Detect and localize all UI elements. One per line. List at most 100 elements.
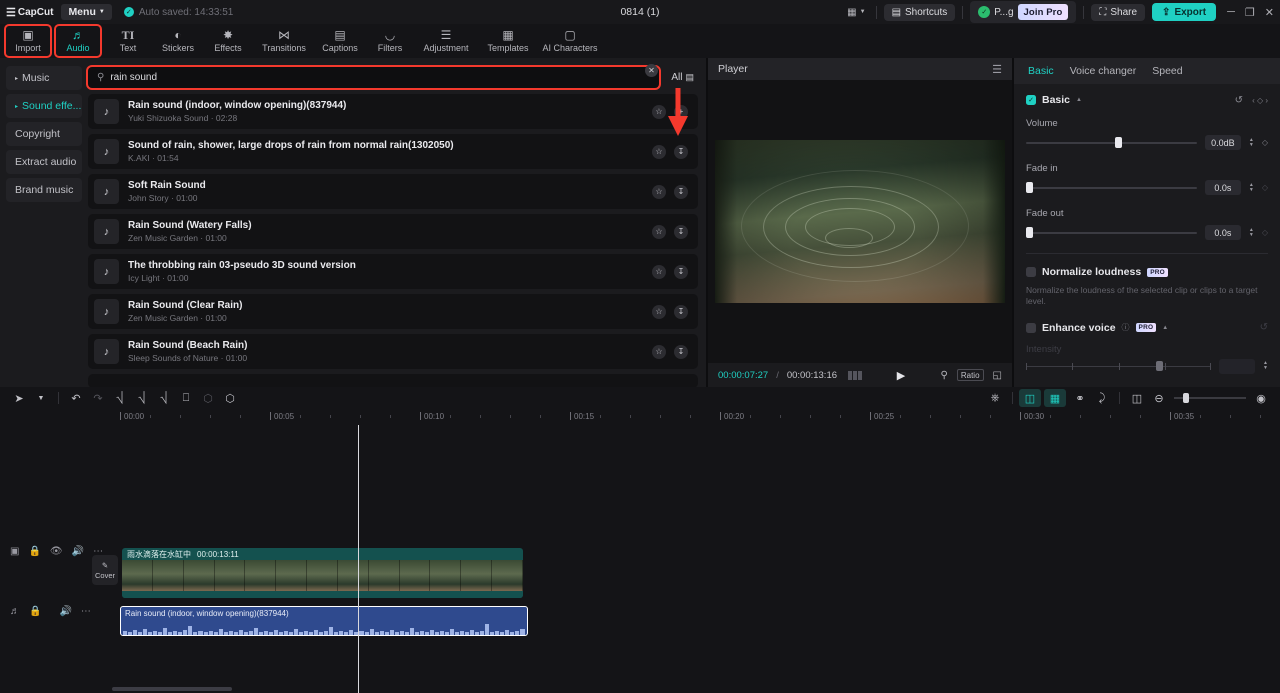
list-item[interactable]: ♪ Rain Sound (Watery Falls) Zen Music Ga… (88, 214, 698, 249)
keyframe-control[interactable]: ‹ ◇ › (1252, 96, 1268, 105)
list-item[interactable]: ♪ The throbbing rain 03-pseudo 3D sound … (88, 254, 698, 289)
timeline-ruler[interactable]: 00:00 00:05 00:10 00:15 00:20 00:25 00:3… (0, 409, 1280, 425)
fade-in-slider[interactable] (1026, 182, 1197, 194)
tab-stickers[interactable]: ◐ Stickers (154, 24, 202, 58)
favorite-icon[interactable]: ☆ (652, 344, 666, 359)
fade-in-keyframe-icon[interactable]: ◇ (1262, 183, 1268, 192)
play-button[interactable]: ▶ (897, 369, 905, 382)
volume-stepper[interactable]: ▲ ▼ (1249, 137, 1254, 148)
undo-icon[interactable]: ↶ (65, 389, 87, 407)
help-icon[interactable]: ⓘ (1122, 322, 1130, 333)
intensity-stepper[interactable]: ▲ ▼ (1263, 361, 1268, 371)
tab-speed[interactable]: Speed (1152, 65, 1182, 77)
frame-step-icon[interactable] (848, 370, 862, 380)
zoom-out-icon[interactable]: ⊖ (1148, 389, 1170, 407)
player-menu-icon[interactable]: ☰ (992, 63, 1002, 76)
mirror-icon[interactable]: ▦ (1044, 389, 1066, 407)
volume-keyframe-icon[interactable]: ◇ (1262, 138, 1268, 147)
trim-left-icon[interactable]: ⎷ (131, 389, 153, 407)
favorite-icon[interactable]: ☆ (652, 264, 666, 279)
join-pro-badge[interactable]: Join Pro (1017, 4, 1069, 20)
delete-icon[interactable]: ⎕ (175, 389, 197, 407)
list-item-partial[interactable] (88, 374, 698, 387)
list-item[interactable]: ♪ Rain sound (indoor, window opening)(83… (88, 94, 698, 129)
sidebar-item-music[interactable]: ▸ Music (6, 66, 82, 90)
tab-audio[interactable]: ♬ Audio (54, 24, 102, 58)
list-item[interactable]: ♪ Rain Sound (Clear Rain) Zen Music Gard… (88, 294, 698, 329)
tab-text[interactable]: TI Text (104, 24, 152, 58)
redo-icon[interactable]: ↷ (87, 389, 109, 407)
ratio-button[interactable]: Ratio (956, 369, 984, 381)
trim-right-icon[interactable]: ⎷ (153, 389, 175, 407)
normalize-checkbox[interactable]: ✓ (1026, 267, 1036, 277)
intensity-value[interactable] (1219, 358, 1256, 374)
tab-templates[interactable]: ▦ Templates (478, 24, 538, 58)
tab-captions[interactable]: ▤ Captions (316, 24, 364, 58)
fade-in-value[interactable]: 0.0s (1204, 180, 1241, 195)
menu-button[interactable]: Menu ▼ (61, 4, 112, 20)
audio-track-icon[interactable]: ♬ (10, 606, 20, 617)
video-track-icon[interactable]: ▣ (10, 546, 19, 557)
clear-search-button[interactable]: ✕ (645, 64, 658, 77)
add-to-timeline-icon[interactable]: + (674, 104, 688, 119)
zoom-fit-icon[interactable]: ⚲ (941, 370, 948, 381)
chevron-up-icon[interactable]: ▲ (1076, 97, 1082, 103)
tab-voice-changer[interactable]: Voice changer (1070, 65, 1137, 77)
download-icon[interactable]: ↧ (674, 264, 688, 279)
sidebar-item-copyright[interactable]: Copyright (6, 122, 82, 146)
chevron-up-icon[interactable]: ▲ (1162, 325, 1168, 331)
favorite-icon[interactable]: ☆ (652, 224, 666, 239)
close-button[interactable]: ✕ (1265, 6, 1274, 19)
split-adjacent-icon[interactable]: ⤸ (1091, 389, 1113, 407)
fade-in-stepper[interactable]: ▲ ▼ (1249, 182, 1254, 193)
split-icon[interactable]: ⎷ (109, 389, 131, 407)
fade-out-keyframe-icon[interactable]: ◇ (1262, 228, 1268, 237)
timeline-zoom-slider[interactable] (1174, 392, 1246, 404)
mute-icon[interactable]: 🔊 (72, 546, 84, 557)
tab-filters[interactable]: ◡ Filters (366, 24, 414, 58)
cover-button[interactable]: ✎ Cover (92, 555, 118, 585)
sidebar-item-brand-music[interactable]: Brand music (6, 178, 82, 202)
fade-out-value[interactable]: 0.0s (1204, 225, 1241, 240)
layout-button[interactable]: ▦ ▼ (844, 5, 868, 20)
favorite-icon[interactable]: ☆ (652, 104, 666, 119)
shortcuts-button[interactable]: ▤ Shortcuts (883, 3, 956, 21)
select-cursor-icon[interactable]: ➤ (8, 389, 30, 407)
favorite-icon[interactable]: ☆ (652, 144, 666, 159)
enhance-checkbox[interactable]: ✓ (1026, 322, 1036, 333)
fullscreen-icon[interactable]: ◱ (993, 370, 1002, 381)
maximize-button[interactable]: ❐ (1245, 6, 1255, 19)
volume-slider[interactable] (1026, 137, 1197, 149)
tab-ai-characters[interactable]: ▢ AI Characters (540, 24, 600, 58)
zoom-fit-icon[interactable]: ◉ (1250, 389, 1272, 407)
tab-adjustment[interactable]: ☰ Adjustment (416, 24, 476, 58)
filter-all-button[interactable]: All ▤ (667, 72, 698, 83)
download-icon[interactable]: ↧ (674, 344, 688, 359)
keyframe-icon[interactable]: ◫ (1126, 389, 1148, 407)
timeline-tracks[interactable]: ▣ 🔒 👁 🔊 ⋯ ✎ Cover 雨水滴落在水缸中 00:00:13:11 ♬… (0, 425, 1280, 693)
download-icon[interactable]: ↧ (674, 184, 688, 199)
list-item[interactable]: ♪ Sound of rain, shower, large drops of … (88, 134, 698, 169)
download-icon[interactable]: ↧ (674, 304, 688, 319)
sidebar-item-extract-audio[interactable]: Extract audio (6, 150, 82, 174)
lock-icon[interactable]: 🔒 (28, 546, 40, 557)
fade-out-stepper[interactable]: ▲ ▼ (1249, 227, 1254, 238)
volume-value[interactable]: 0.0dB (1204, 135, 1241, 150)
freeze-icon[interactable]: ⬡ (197, 389, 219, 407)
mute-icon[interactable]: 🔊 (59, 606, 71, 617)
download-icon[interactable]: ↧ (674, 144, 688, 159)
auto-cut-icon[interactable]: ◫ (1019, 389, 1041, 407)
intensity-slider[interactable] (1026, 360, 1212, 372)
list-item[interactable]: ♪ Rain Sound (Beach Rain) Sleep Sounds o… (88, 334, 698, 369)
mask-icon[interactable]: ⬡ (219, 389, 241, 407)
share-button[interactable]: ⛶ Share (1091, 3, 1146, 21)
tab-basic[interactable]: Basic (1028, 65, 1054, 77)
tab-transitions[interactable]: ⋈ Transitions (254, 24, 314, 58)
list-item[interactable]: ♪ Soft Rain Sound John Story · 01:00 ☆ ↧ (88, 174, 698, 209)
audio-clip[interactable]: Rain sound (indoor, window opening)(8379… (120, 606, 528, 636)
tab-import[interactable]: ▣ Import (4, 24, 52, 58)
download-icon[interactable]: ↧ (674, 224, 688, 239)
lock-icon[interactable]: 🔒 (29, 606, 41, 617)
favorite-icon[interactable]: ☆ (652, 184, 666, 199)
reset-icon[interactable]: ↺ (1260, 322, 1268, 333)
